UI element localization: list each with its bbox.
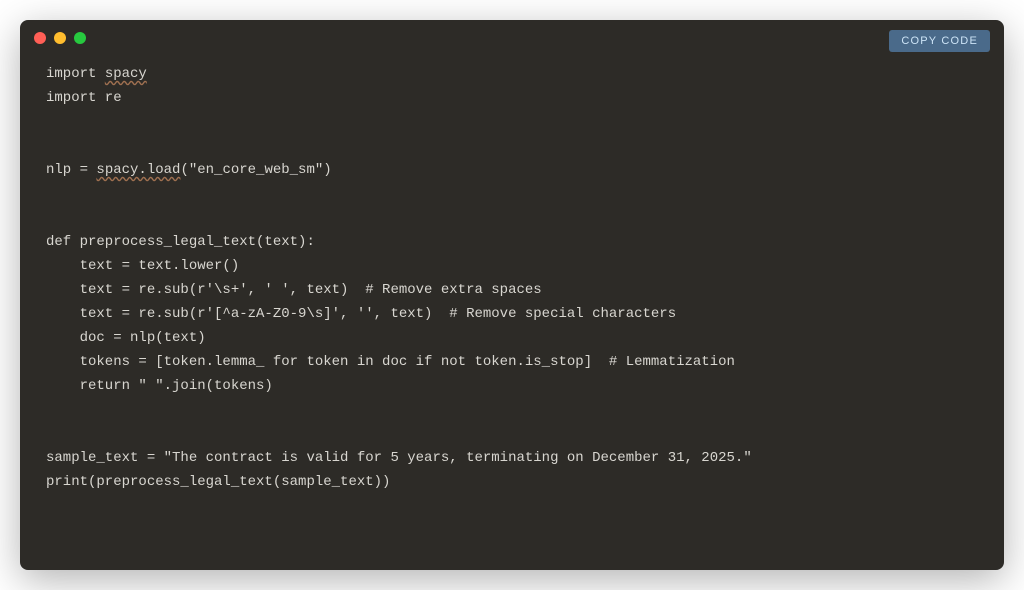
traffic-lights <box>34 32 86 44</box>
window-close-icon[interactable] <box>34 32 46 44</box>
code-line: def preprocess_legal_text(text): <box>46 234 315 250</box>
window-minimize-icon[interactable] <box>54 32 66 44</box>
code-line: tokens = [token.lemma_ for token in doc … <box>46 354 735 370</box>
code-line: text = re.sub(r'[^a-zA-Z0-9\s]', '', tex… <box>46 306 676 322</box>
code-block[interactable]: import spacy import re nlp = spacy.load(… <box>20 56 1004 570</box>
code-line: import spacy <box>46 66 147 82</box>
code-line: import re <box>46 90 122 106</box>
code-line: text = text.lower() <box>46 258 239 274</box>
resize-handle-icon[interactable] <box>982 548 994 560</box>
copy-code-button[interactable]: COPY CODE <box>889 30 990 52</box>
code-line: sample_text = "The contract is valid for… <box>46 450 752 466</box>
code-line: doc = nlp(text) <box>46 330 206 346</box>
code-line: text = re.sub(r'\s+', ' ', text) # Remov… <box>46 282 542 298</box>
window-zoom-icon[interactable] <box>74 32 86 44</box>
code-line: nlp = spacy.load("en_core_web_sm") <box>46 162 332 178</box>
code-line: return " ".join(tokens) <box>46 378 273 394</box>
titlebar: COPY CODE <box>20 20 1004 56</box>
code-line: print(preprocess_legal_text(sample_text)… <box>46 474 390 490</box>
code-window: COPY CODE import spacy import re nlp = s… <box>20 20 1004 570</box>
